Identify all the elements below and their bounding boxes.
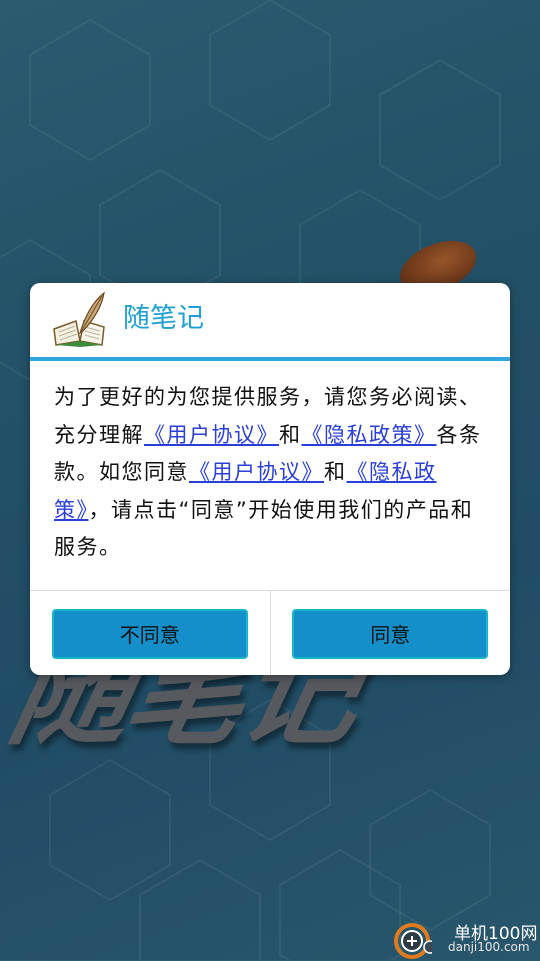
user-agreement-link[interactable]: 《用户协议》 [144, 423, 279, 447]
disagree-cell: 不同意 [30, 591, 271, 675]
watermark-logo-icon [394, 923, 432, 959]
book-quill-icon [53, 291, 105, 347]
dialog-footer: 不同意 同意 [30, 590, 510, 675]
user-agreement-link[interactable]: 《用户协议》 [189, 460, 324, 484]
dialog-title: 随笔记 [123, 303, 204, 334]
disagree-button[interactable]: 不同意 [51, 608, 248, 659]
message-text: 和 [324, 460, 347, 484]
site-watermark: 单机100网 danji100.com [388, 915, 540, 960]
watermark-domain: danji100.com [448, 940, 530, 954]
dialog-message: 为了更好的为您提供服务，请您务必阅读、充分理解《用户协议》和《隐私政策》各条款。… [30, 361, 510, 573]
privacy-policy-link[interactable]: 《隐私政策》 [302, 423, 437, 447]
dialog-header: 随笔记 [30, 283, 510, 357]
message-text: ，请点击“同意”开始使用我们的产品和服务。 [54, 497, 474, 560]
agree-button[interactable]: 同意 [292, 608, 489, 659]
privacy-dialog: 随笔记 为了更好的为您提供服务，请您务必阅读、充分理解《用户协议》和《隐私政策》… [30, 283, 510, 675]
message-text: 和 [279, 422, 302, 447]
agree-cell: 同意 [271, 591, 511, 675]
